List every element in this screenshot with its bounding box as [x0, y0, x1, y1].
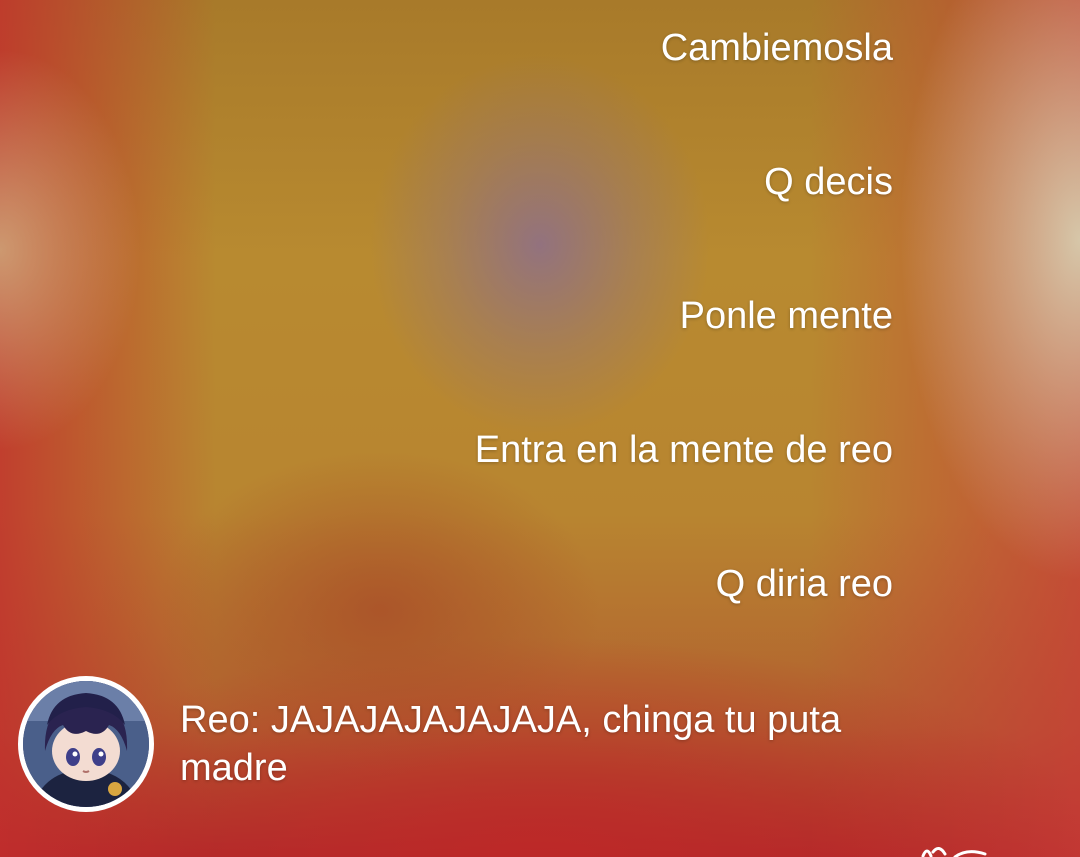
chat-messages: Cambiemosla Q decis Ponle mente Entra en… [0, 0, 1080, 857]
sender-name: Reo: [180, 699, 261, 741]
outgoing-message: Ponle mente [679, 295, 893, 337]
outgoing-message: Entra en la mente de reo [474, 429, 893, 471]
incoming-message-text: Reo: JAJAJAJAJAJAJA, chinga tu puta madr… [180, 696, 920, 792]
doodle-icon [921, 847, 987, 857]
avatar[interactable] [18, 676, 154, 812]
message-body: JAJAJAJAJAJAJA, chinga tu puta madre [180, 699, 842, 789]
anime-character-avatar-icon [23, 681, 149, 807]
incoming-message: Reo: JAJAJAJAJAJAJA, chinga tu puta madr… [18, 676, 920, 812]
outgoing-message: Cambiemosla [660, 27, 893, 69]
outgoing-message: Q diria reo [715, 563, 893, 605]
outgoing-message: Q decis [764, 161, 893, 203]
